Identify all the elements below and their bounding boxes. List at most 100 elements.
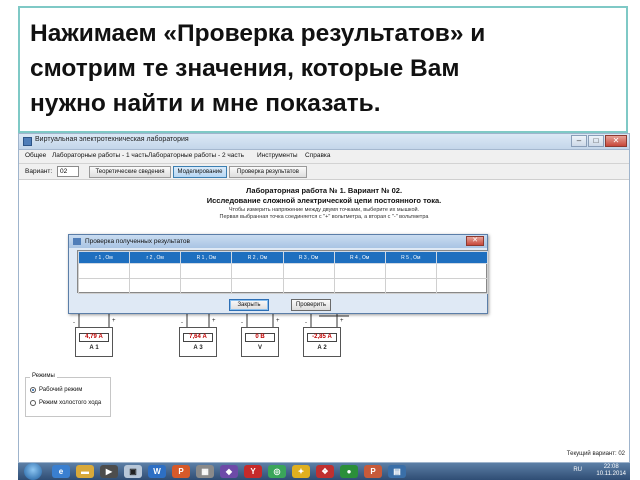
current-variant-status: Текущий вариант: 02 (566, 451, 625, 457)
meter-reading: 0 В (245, 333, 275, 342)
clock[interactable]: 22:08 10.11.2014 (596, 464, 626, 478)
maximize-button[interactable]: □ (588, 135, 604, 147)
program-icon[interactable]: P (364, 465, 382, 478)
meter-label: А 2 (317, 345, 327, 351)
media-player-icon[interactable]: ▶ (100, 465, 118, 478)
meter-reading: -2,85 А (307, 333, 337, 342)
radio-icon[interactable] (30, 400, 36, 406)
tab-theory[interactable]: Теоретические сведения (89, 166, 171, 178)
radio-selected-icon[interactable] (30, 387, 36, 393)
language-indicator[interactable]: RU (573, 467, 582, 473)
meter-label: V (257, 345, 262, 351)
terminal-minus: - (305, 320, 307, 326)
program-icon[interactable]: ✦ (292, 465, 310, 478)
grid-header-cell: R 1 , Ом (180, 251, 233, 264)
mode-label: Режим холостого хода (39, 400, 102, 406)
dialog-close-icon[interactable]: ✕ (466, 236, 484, 246)
clock-date: 10.11.2014 (596, 471, 626, 477)
terminal-minus: - (181, 320, 183, 326)
results-grid: r 1 , Ом r 2 , Ом R 1 , Ом R 2 , Ом R 3 … (77, 250, 489, 294)
check-results-dialog: Проверка полученных результатов ✕ r 1 , … (68, 234, 489, 314)
grid-cell[interactable] (180, 263, 233, 279)
grid-cell[interactable] (435, 263, 489, 279)
menu-item-labs-part2[interactable]: Лабораторные работы - 2 часть (148, 152, 244, 159)
table-row (77, 278, 489, 294)
meter-label: А 1 (89, 345, 99, 351)
variant-label: Вариант: (25, 168, 53, 175)
clock-time: 22:08 (603, 464, 619, 470)
window-titlebar: Виртуальная электротехническая лаборатор… (19, 134, 629, 150)
grid-header-cell: r 2 , Ом (129, 251, 182, 264)
toolbar: Вариант: 02 Теоретические сведения Модел… (19, 164, 629, 180)
chrome-icon[interactable]: ● (340, 465, 358, 478)
grid-cell[interactable] (231, 278, 284, 294)
program-icon[interactable]: ◎ (268, 465, 286, 478)
grid-header-cell (435, 251, 489, 264)
tab-modeling[interactable]: Моделирование (173, 166, 227, 178)
close-dialog-button[interactable]: Закрыть (229, 299, 269, 311)
dialog-icon (73, 238, 81, 245)
grid-cell[interactable] (384, 278, 437, 294)
meter-reading: 4,79 А (79, 333, 109, 342)
table-row (77, 263, 489, 279)
dialog-titlebar: Проверка полученных результатов ✕ (69, 235, 487, 248)
mode-option-idle[interactable]: Режим холостого хода (30, 400, 101, 406)
grid-cell[interactable] (384, 263, 437, 279)
grid-header-row: r 1 , Ом r 2 , Ом R 1 , Ом R 2 , Ом R 3 … (77, 251, 489, 264)
caption-line: смотрим те значения, которые Вам (30, 55, 460, 82)
grid-cell[interactable] (435, 278, 489, 294)
grid-cell[interactable] (129, 263, 182, 279)
terminal-plus: + (112, 318, 116, 324)
word-icon[interactable]: W (148, 465, 166, 478)
grid-cell[interactable] (282, 278, 335, 294)
terminal-minus: - (241, 320, 243, 326)
tab-check-results[interactable]: Проверка результатов (229, 166, 307, 178)
folder-icon[interactable]: ▬ (76, 465, 94, 478)
ammeter-a3: 7,64 А А 3 (179, 327, 217, 357)
powerpoint-icon[interactable]: P (172, 465, 190, 478)
taskbar: e ▬ ▶ ▣ W P ▦ ◆ Y ◎ ✦ ❖ ● P ▤ RU 22:08 1… (18, 463, 630, 480)
grid-cell[interactable] (231, 263, 284, 279)
program-icon[interactable]: ❖ (316, 465, 334, 478)
start-button[interactable] (24, 463, 42, 480)
terminal-plus: + (340, 318, 344, 324)
ie-icon[interactable]: e (52, 465, 70, 478)
terminal-plus: + (212, 318, 216, 324)
mode-option-working[interactable]: Рабочий режим (30, 387, 82, 393)
menu-item-labs-part1[interactable]: Лабораторные работы - 1 часть (52, 152, 148, 159)
voltmeter: 0 В V (241, 327, 279, 357)
close-button[interactable]: ✕ (605, 135, 627, 147)
grid-header-cell: R 5 , Ом (384, 251, 437, 264)
grid-cell[interactable] (77, 263, 131, 279)
grid-cell[interactable] (333, 278, 386, 294)
slide: Нажимаем «Проверка результатов» и смотри… (0, 0, 640, 480)
grid-cell[interactable] (77, 278, 131, 294)
grid-cell[interactable] (129, 278, 182, 294)
menu-item-help[interactable]: Справка (305, 152, 331, 159)
lab-hint: Чтобы измерить напряжение между двумя то… (228, 207, 420, 213)
program-icon[interactable]: ▦ (196, 465, 214, 478)
grid-cell[interactable] (333, 263, 386, 279)
check-button[interactable]: Проверить (291, 299, 331, 311)
lab-app-icon[interactable]: ▤ (388, 465, 406, 478)
menu-item-general[interactable]: Общее (25, 152, 46, 159)
mode-label: Рабочий режим (39, 387, 83, 393)
grid-cell[interactable] (180, 278, 233, 294)
yandex-icon[interactable]: Y (244, 465, 262, 478)
menu-item-tools[interactable]: Инструменты (257, 152, 298, 159)
grid-cell[interactable] (282, 263, 335, 279)
modes-legend: Режимы (30, 373, 57, 379)
program-icon[interactable]: ▣ (124, 465, 142, 478)
grid-header-cell: R 4 , Ом (333, 251, 386, 264)
program-icon[interactable]: ◆ (220, 465, 238, 478)
lab-subtitle: Исследование сложной электрической цепи … (206, 196, 442, 205)
minimize-button[interactable]: – (571, 135, 587, 147)
lab-hint: Первая выбранная точка соединяется с "+"… (219, 214, 429, 220)
meter-label: А 3 (193, 345, 203, 351)
grid-header-cell: R 2 , Ом (231, 251, 284, 264)
variant-input[interactable]: 02 (57, 166, 79, 177)
ammeter-a2: -2,85 А А 2 (303, 327, 341, 357)
menu-bar: Общее Лабораторные работы - 1 часть Лабо… (19, 150, 629, 164)
dialog-title: Проверка полученных результатов (85, 238, 190, 245)
grid-header-cell: r 1 , Ом (77, 251, 131, 264)
